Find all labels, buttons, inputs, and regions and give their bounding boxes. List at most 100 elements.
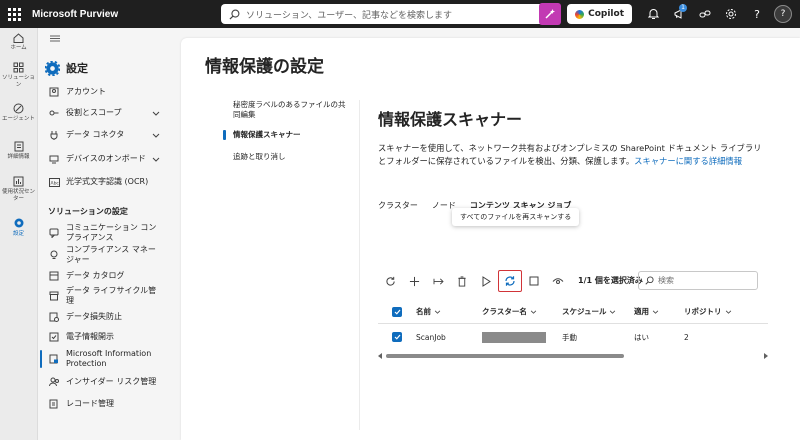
app-launcher-button[interactable] (0, 0, 28, 28)
table-search-input[interactable]: 検索 (638, 271, 758, 290)
add-button[interactable] (402, 270, 426, 292)
chevron-down-icon (610, 310, 616, 314)
designer-button[interactable] (539, 3, 562, 25)
nav-item-dlp[interactable]: データ損失防止 (38, 307, 176, 327)
rail-label: 使用状況センター (2, 188, 36, 202)
hamburger-icon (50, 35, 60, 42)
table-search-placeholder: 検索 (658, 276, 674, 285)
nav-item-label: データ カタログ (66, 270, 125, 280)
chevron-down-icon (652, 310, 659, 314)
rail-label: ホーム (10, 44, 27, 51)
catalog-icon (49, 271, 59, 280)
avatar-initial: ? (780, 9, 786, 19)
header-apply[interactable]: 適用 (634, 306, 659, 317)
select-all-checkbox[interactable] (392, 306, 402, 317)
header-cluster-name[interactable]: クラスター名 (482, 306, 537, 317)
tab-clusters[interactable]: クラスター (378, 200, 418, 217)
search-placeholder: ソリューション、ユーザー、記事などを検索します (246, 10, 453, 21)
nav-item-records-management[interactable]: レコード管理 (38, 393, 176, 415)
view-button[interactable] (546, 270, 570, 292)
sub-nav-co-authoring[interactable]: 秘密度ラベルのあるファイルの共同編集 (219, 100, 351, 122)
copilot-button[interactable]: Copilot (567, 4, 632, 24)
header-schedule[interactable]: スケジュール (562, 306, 616, 317)
nav-item-insider-risk[interactable]: インサイダー リスク管理 (38, 371, 176, 393)
eye-icon (552, 277, 564, 284)
app-name[interactable]: Microsoft Purview (32, 9, 118, 20)
waffle-icon (7, 7, 21, 21)
cell-cluster-name (482, 331, 546, 343)
header-label: 名前 (416, 307, 431, 316)
account-button[interactable]: ? (770, 0, 796, 28)
refresh-button[interactable] (378, 270, 402, 292)
nav-item-roles[interactable]: 役割とスコープ (38, 102, 176, 124)
archive-icon (49, 291, 59, 301)
nav-item-ocr[interactable]: Abc 光学式文字認識 (OCR) (38, 172, 176, 192)
scroll-left-icon (378, 353, 382, 359)
bulb-icon (50, 250, 58, 259)
nav-item-compliance-manager[interactable]: コンプライアンス マネージャー (38, 244, 176, 266)
connections-button[interactable] (692, 0, 718, 28)
nav-item-data-connectors[interactable]: データ コネクタ (38, 124, 176, 146)
sub-nav-track-revoke[interactable]: 追跡と取り消し (219, 152, 361, 172)
nav-item-label: 電子情報開示 (66, 332, 114, 341)
start-scan-button[interactable] (474, 270, 498, 292)
copilot-label: Copilot (588, 9, 624, 19)
horizontal-scrollbar[interactable] (378, 352, 768, 360)
row-checkbox[interactable] (392, 332, 402, 342)
rail-item-usage-center[interactable]: 使用状況センター (0, 170, 37, 208)
learn-more-link[interactable]: スキャナーに関する詳細情報 (634, 156, 742, 166)
stop-icon (529, 276, 539, 286)
rail-label: エージェント (2, 116, 35, 122)
help-icon: ? (754, 7, 760, 21)
nav-item-device-onboarding[interactable]: デバイスのオンボード (38, 146, 176, 172)
ocr-icon: Abc (48, 177, 60, 187)
rail-item-solutions[interactable]: ソリューション (0, 56, 37, 94)
stop-button[interactable] (522, 270, 546, 292)
nav-item-label: データ ライフサイクル管理 (66, 286, 157, 305)
delete-button[interactable] (450, 270, 474, 292)
scan-jobs-table: 名前 クラスター名 スケジュール 適用 リポジトリ ScanJob 手動 はい … (378, 300, 768, 350)
chat-icon (49, 228, 59, 238)
nav-title-label: 設定 (66, 62, 88, 75)
move-button[interactable] (426, 270, 450, 292)
chevron-down-icon (530, 310, 537, 314)
rescan-all-button[interactable] (498, 270, 522, 292)
sub-nav-scanner[interactable]: 情報保護スキャナー (219, 130, 361, 152)
lock-doc-icon (49, 354, 58, 364)
rail-item-home[interactable]: ホーム (0, 28, 37, 56)
chart-icon (13, 176, 24, 186)
rescan-tooltip: すべてのファイルを再スキャンする (452, 208, 580, 226)
nav-item-microsoft-information-protection[interactable]: Microsoft Information Protection (38, 347, 176, 371)
nav-item-label: 役割とスコープ (66, 108, 122, 117)
rail-item-settings[interactable]: 設定 (0, 208, 37, 246)
nav-item-label: コンプライアンス マネージャー (66, 245, 156, 264)
scrollbar-thumb[interactable] (386, 354, 624, 358)
nav-item-communication-compliance[interactable]: コミュニケーション コンプライアンス (38, 222, 176, 244)
rail-item-agents[interactable]: エージェント (0, 94, 37, 132)
apps-icon (13, 62, 24, 72)
chevron-down-icon (725, 310, 731, 314)
collapse-nav-button[interactable] (50, 35, 60, 45)
nav-item-account[interactable]: アカウント (38, 82, 176, 102)
table-header-row: 名前 クラスター名 スケジュール 適用 リポジトリ (378, 300, 768, 324)
whats-new-button[interactable]: 1 (666, 0, 692, 28)
nav-item-ediscovery[interactable]: 電子情報開示 (38, 327, 176, 347)
header-name[interactable]: 名前 (416, 306, 441, 317)
nav-item-data-lifecycle[interactable]: データ ライフサイクル管理 (38, 285, 176, 307)
nav-item-data-catalog[interactable]: データ カタログ (38, 266, 176, 285)
rail-item-learn[interactable]: 詳細情報 (0, 132, 37, 170)
refresh-icon (385, 276, 395, 286)
top-bar: Microsoft Purview ソリューション、ユーザー、記事などを検索しま… (0, 0, 800, 28)
nav-title: 設定 (45, 60, 88, 76)
notifications-button[interactable] (640, 0, 666, 28)
search-icon (645, 276, 654, 285)
copilot-icon (575, 9, 585, 19)
global-search-input[interactable]: ソリューション、ユーザー、記事などを検索します (221, 4, 550, 24)
header-label: リポジトリ (684, 307, 722, 316)
help-button[interactable]: ? (744, 0, 770, 28)
settings-button[interactable] (718, 0, 744, 28)
table-row[interactable]: ScanJob 手動 はい 2 (378, 324, 768, 350)
nav-item-label: レコード管理 (66, 399, 114, 408)
header-repositories[interactable]: リポジトリ (684, 306, 732, 317)
wand-icon (545, 9, 556, 19)
